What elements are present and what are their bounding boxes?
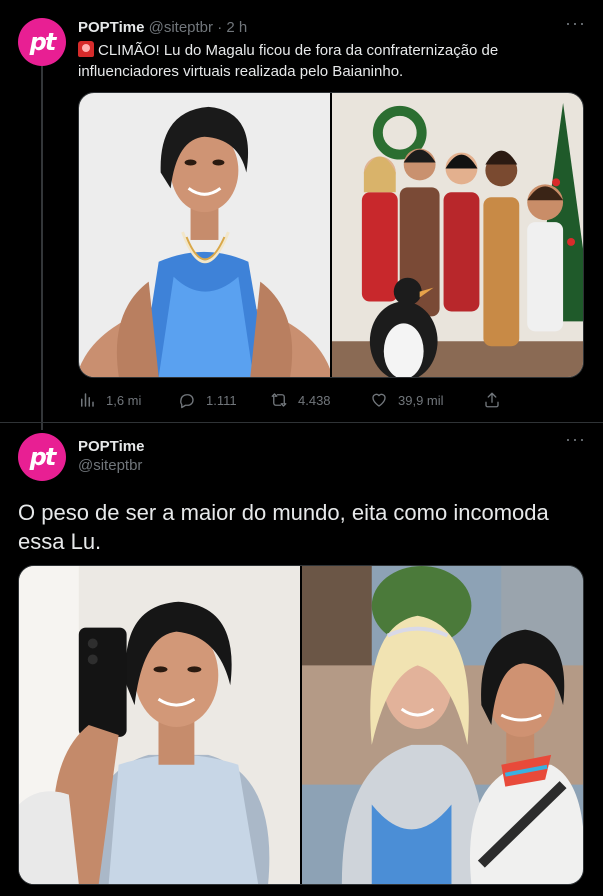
author-name[interactable]: POPTime — [78, 438, 144, 455]
tweet-text: CLIMÃO! Lu do Magalu ficou de fora da co… — [78, 40, 588, 82]
tweet-media[interactable] — [18, 565, 584, 885]
tweet-header: POPTime @siteptbr · 2 h — [78, 19, 247, 36]
share-button[interactable] — [483, 391, 501, 409]
likes-count: 39,9 mil — [398, 392, 444, 408]
media-photo-lu-blue-dress[interactable] — [79, 93, 330, 377]
author-handle[interactable]: @siteptbr — [149, 19, 213, 36]
views-button[interactable]: 1,6 mi — [78, 391, 141, 409]
tweet-time[interactable]: 2 h — [226, 19, 247, 36]
share-icon — [485, 392, 499, 408]
tweet-header: POPTime @siteptbr — [78, 437, 144, 475]
more-options-icon[interactable]: ··· — [565, 14, 586, 32]
media-photo-christmas-group[interactable] — [332, 93, 583, 377]
tweet-text: O peso de ser a maior do mundo, eita com… — [18, 500, 549, 554]
author-handle[interactable]: @siteptbr — [78, 456, 144, 475]
reply-button[interactable]: 1.111 — [178, 391, 237, 409]
like-button[interactable]: 39,9 mil — [370, 391, 444, 409]
retweet-icon — [271, 393, 287, 407]
more-options-icon[interactable]: ··· — [565, 430, 586, 448]
avatar[interactable]: pt — [18, 18, 66, 66]
thread-line — [41, 66, 43, 430]
tweet-1[interactable]: pt POPTime @siteptbr · 2 h ··· CLIMÃO! L… — [0, 0, 603, 430]
avatar-logo-text: pt — [29, 443, 57, 471]
analytics-icon — [81, 393, 94, 407]
tweet-media[interactable] — [78, 92, 584, 378]
views-count: 1,6 mi — [106, 392, 142, 408]
heart-icon — [372, 393, 386, 407]
separator-dot: · — [217, 19, 223, 36]
replies-count: 1.111 — [206, 392, 237, 408]
tweet-text-content: CLIMÃO! Lu do Magalu ficou de fora da co… — [78, 42, 499, 80]
media-photo-lu-selfie[interactable] — [19, 566, 300, 884]
siren-emoji-icon — [78, 41, 94, 57]
reply-icon — [180, 394, 194, 409]
avatar-logo-text: pt — [29, 28, 57, 56]
retweet-button[interactable]: 4.438 — [270, 391, 331, 409]
retweets-count: 4.438 — [298, 392, 331, 408]
tweet-actions: 1,6 mi 1.111 4.438 39,9 mil — [78, 390, 508, 410]
media-photo-lu-with-drag-queen[interactable] — [302, 566, 583, 884]
avatar[interactable]: pt — [18, 433, 66, 481]
tweet-divider — [0, 422, 603, 423]
author-name[interactable]: POPTime — [78, 19, 144, 36]
